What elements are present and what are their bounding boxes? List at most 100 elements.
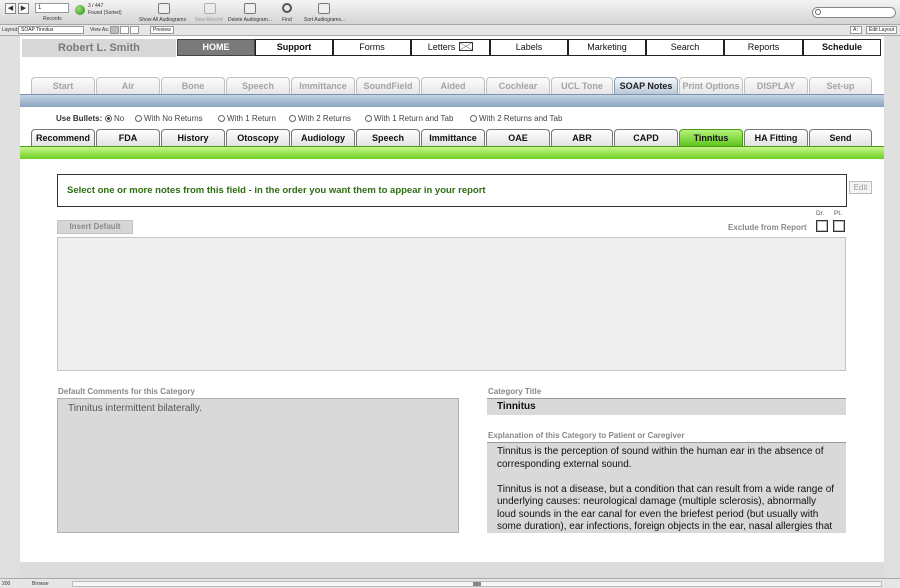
find-magnifier-icon[interactable] [282,3,292,13]
record-number-input[interactable]: 1 [35,3,69,13]
new-record-button[interactable]: New Record [195,17,223,23]
layout-select[interactable]: SOAP Tinnitus [18,26,84,34]
show-all-icon[interactable] [158,3,170,14]
nav-schedule[interactable]: Schedule [803,39,881,56]
mode-indicator[interactable]: Browse [32,581,49,587]
radio-icon[interactable] [289,115,296,122]
nav-home[interactable]: HOME [177,39,255,56]
records-label: Records [43,16,62,22]
delete-icon[interactable] [244,3,256,14]
insert-default-button[interactable]: Insert Default [57,220,133,234]
table-view-icon[interactable] [130,26,139,34]
tab-print-options[interactable]: Print Options [679,77,743,94]
tab-ha-fitting[interactable]: HA Fitting [744,129,808,146]
bullets-option-no[interactable]: No [105,114,124,123]
edit-notes-button[interactable]: Edit [849,181,872,194]
status-bar: 200 Browse [0,578,900,588]
horizontal-scrollbar[interactable] [72,581,882,587]
list-view-icon[interactable] [120,26,129,34]
tab-ucl-tone[interactable]: UCL Tone [551,77,613,94]
bullets-option-1-return-tab[interactable]: With 1 Return and Tab [365,114,453,123]
sort-button[interactable]: Sort Audiograms... [304,17,345,23]
left-margin [0,36,20,578]
radio-icon[interactable] [135,115,142,122]
tab-start[interactable]: Start [31,77,95,94]
tab-bone[interactable]: Bone [161,77,225,94]
default-comments-label: Default Comments for this Category [58,387,195,396]
module-tab-band [20,94,884,107]
bullets-option-1-return[interactable]: With 1 Return [218,114,276,123]
radio-selected-icon[interactable] [105,115,112,122]
tab-abr[interactable]: ABR [551,129,613,146]
radio-icon[interactable] [365,115,372,122]
delete-button[interactable]: Delete Audiogram... [228,17,272,23]
preview-button[interactable]: Preview [150,26,174,34]
found-pie-icon [75,5,85,15]
new-record-icon[interactable] [204,3,216,14]
nav-support[interactable]: Support [255,39,333,56]
tab-send[interactable]: Send [809,129,872,146]
bullets-option-no-returns[interactable]: With No Returns [135,114,203,123]
tab-display[interactable]: DISPLAY [744,77,808,94]
tab-tinnitus[interactable]: Tinnitus [679,129,743,146]
tab-immittance[interactable]: Immittance [291,77,355,94]
tab-soundfield[interactable]: SoundField [356,77,420,94]
scroll-thumb[interactable] [473,582,481,586]
tab-immittance-notes[interactable]: Immittance [421,129,485,146]
explanation-paragraph: Tinnitus is not a disease, but a conditi… [497,483,835,533]
dr-label: Dr. [816,210,825,217]
view-as-label: View As: [90,27,110,33]
tab-audiology[interactable]: Audiology [291,129,355,146]
tab-set-up[interactable]: Set-up [809,77,872,94]
category-title-field[interactable]: Tinnitus [487,398,846,415]
bullets-option-label: With 2 Returns and Tab [479,114,563,123]
nav-letters[interactable]: Letters [411,39,490,56]
tab-cochlear[interactable]: Cochlear [486,77,550,94]
font-size-button[interactable]: A↑ [850,26,862,34]
exclude-pt-checkbox[interactable] [833,220,845,232]
found-count: 3 / 447 [88,3,104,9]
explanation-field[interactable]: Tinnitus is the perception of sound with… [487,442,846,533]
quick-find-input[interactable] [812,7,896,18]
bullets-option-2-returns-tab[interactable]: With 2 Returns and Tab [470,114,562,123]
tab-soap-notes[interactable]: SOAP Notes [614,77,678,94]
nav-letters-label: Letters [427,42,456,52]
tab-speech[interactable]: Speech [226,77,290,94]
zoom-level[interactable]: 200 [2,581,10,587]
exclude-from-report-label: Exclude from Report [728,223,807,232]
tab-air[interactable]: Air [96,77,160,94]
next-record-icon[interactable]: ▶ [18,3,29,14]
sort-icon[interactable] [318,3,330,14]
tab-history[interactable]: History [161,129,225,146]
nav-search[interactable]: Search [646,39,724,56]
bullets-option-2-returns[interactable]: With 2 Returns [289,114,351,123]
form-view-icon[interactable] [110,26,119,34]
tab-otoscopy[interactable]: Otoscopy [226,129,290,146]
tab-fda[interactable]: FDA [96,129,160,146]
radio-icon[interactable] [470,115,477,122]
tab-oae[interactable]: OAE [486,129,550,146]
nav-reports[interactable]: Reports [724,39,803,56]
notes-field[interactable] [57,237,846,371]
tab-recommend[interactable]: Recommend [31,129,95,146]
exclude-dr-checkbox[interactable] [816,220,828,232]
tab-capd[interactable]: CAPD [614,129,678,146]
bullets-label: Use Bullets: [56,114,103,123]
edit-layout-button[interactable]: Edit Layout [866,26,898,34]
bullets-option-label: No [114,114,125,123]
bullets-option-label: With No Returns [144,114,203,123]
find-button[interactable]: Find [282,17,292,23]
nav-labels[interactable]: Labels [490,39,568,56]
radio-icon[interactable] [218,115,225,122]
tab-speech-notes[interactable]: Speech [356,129,420,146]
bullets-option-label: With 1 Return and Tab [374,114,454,123]
show-all-button[interactable]: Show All Audiograms [139,17,186,23]
nav-marketing[interactable]: Marketing [568,39,646,56]
app-toolbar: ◀ ▶ 1 Records 3 / 447 Found (Sorted) Sho… [0,0,900,25]
default-comments-field[interactable]: Tinnitus intermittent bilaterally. [57,398,459,533]
tab-aided[interactable]: Aided [421,77,485,94]
nav-forms[interactable]: Forms [333,39,411,56]
category-tab-band [20,146,884,159]
layout-bar: Layout: SOAP Tinnitus View As: Preview A… [0,25,900,36]
prev-record-icon[interactable]: ◀ [5,3,16,14]
